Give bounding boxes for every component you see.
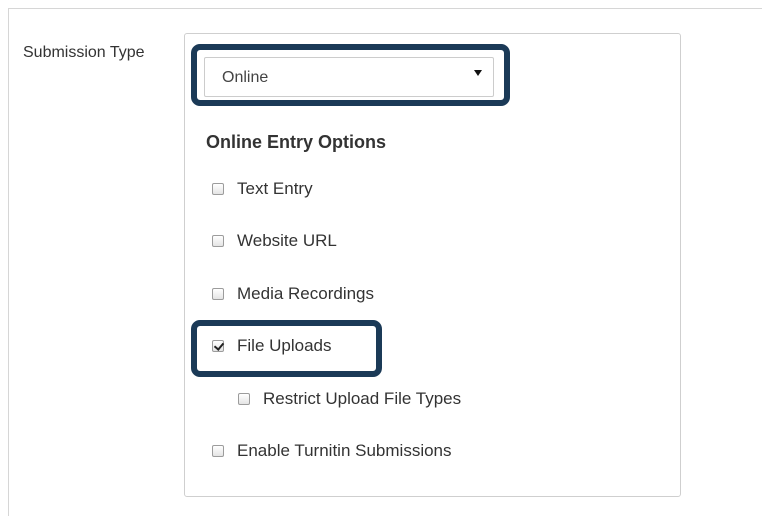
restrict-upload-file-types-checkbox[interactable] bbox=[238, 393, 250, 405]
online-entry-options-heading: Online Entry Options bbox=[206, 132, 387, 152]
option-restrict-upload-file-types[interactable]: Restrict Upload File Types bbox=[238, 387, 461, 411]
option-media-recordings[interactable]: Media Recordings bbox=[212, 282, 374, 306]
option-enable-turnitin[interactable]: Enable Turnitin Submissions bbox=[212, 439, 452, 463]
restrict-upload-file-types-label: Restrict Upload File Types bbox=[263, 389, 462, 408]
option-text-entry[interactable]: Text Entry bbox=[212, 177, 313, 201]
media-recordings-label: Media Recordings bbox=[237, 284, 375, 303]
option-website-url[interactable]: Website URL bbox=[212, 229, 337, 253]
enable-turnitin-label: Enable Turnitin Submissions bbox=[237, 441, 452, 460]
file-uploads-highlight-box bbox=[191, 320, 382, 377]
website-url-checkbox[interactable] bbox=[212, 235, 224, 247]
select-highlight-box bbox=[191, 44, 510, 106]
website-url-label: Website URL bbox=[237, 231, 337, 250]
submission-type-label: Submission Type bbox=[23, 44, 145, 61]
text-entry-checkbox[interactable] bbox=[212, 183, 224, 195]
text-entry-label: Text Entry bbox=[237, 179, 313, 198]
media-recordings-checkbox[interactable] bbox=[212, 288, 224, 300]
enable-turnitin-checkbox[interactable] bbox=[212, 445, 224, 457]
